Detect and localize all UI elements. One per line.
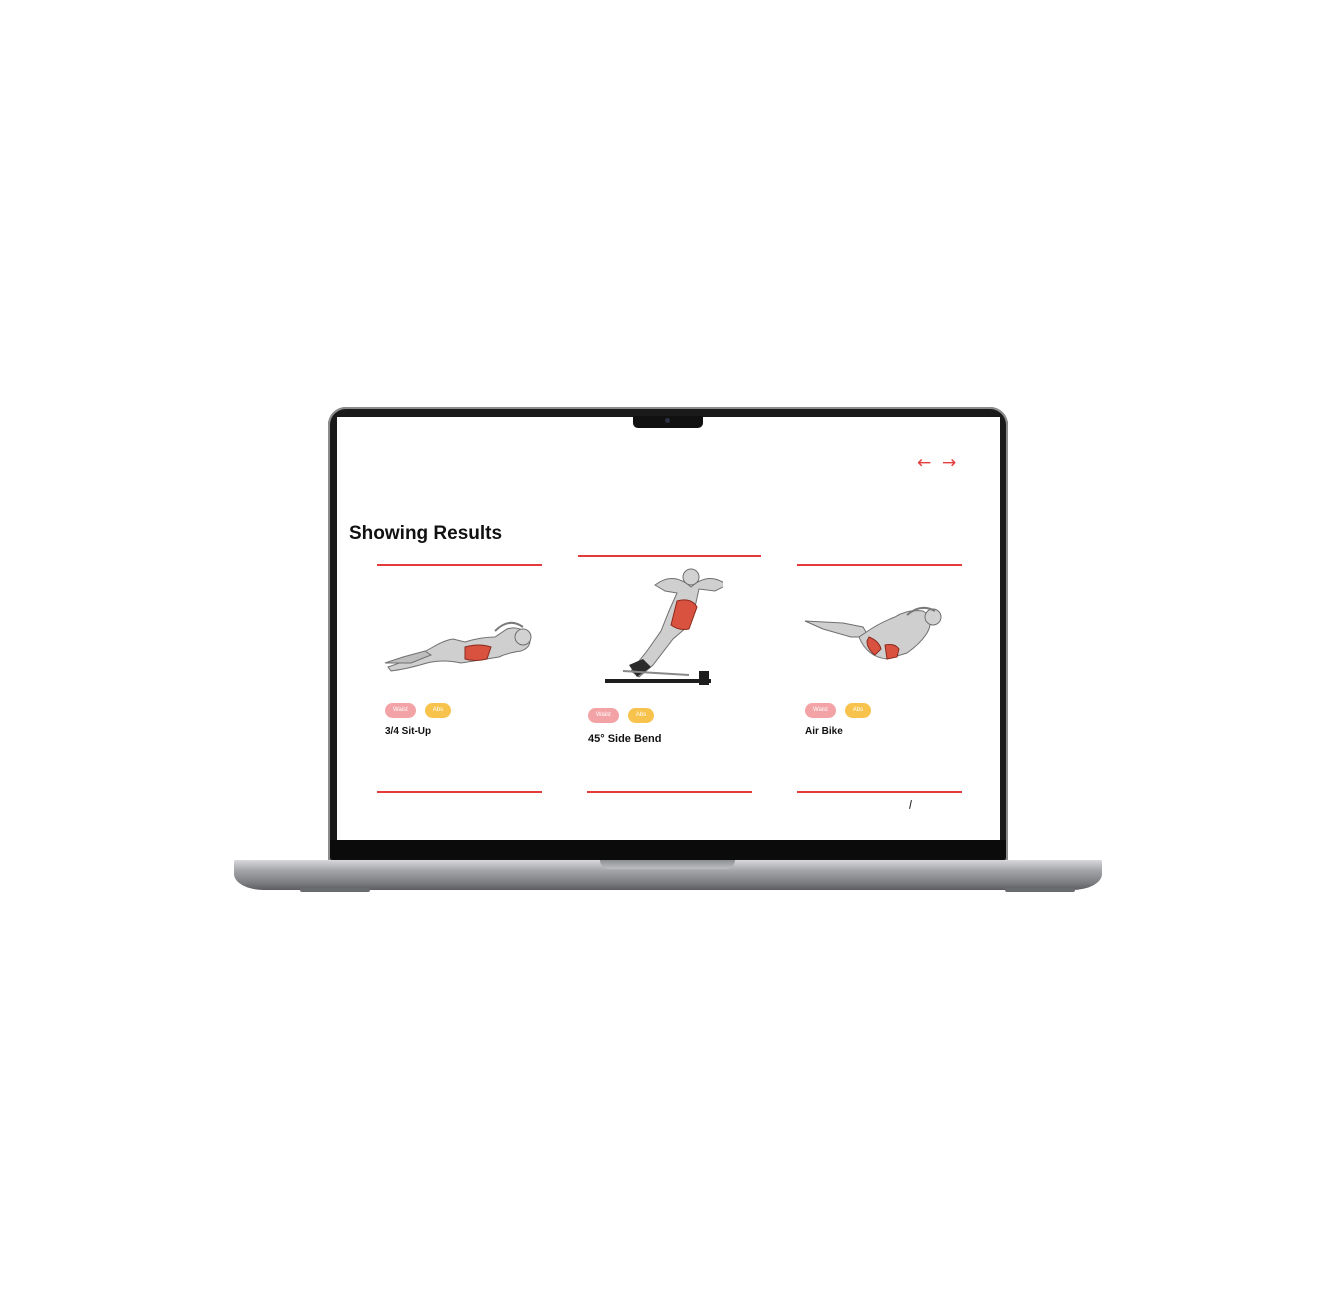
tag-list: Waist Abs	[588, 708, 655, 723]
tag-waist[interactable]: Waist	[385, 703, 416, 718]
camera-icon	[665, 418, 670, 423]
card-divider	[377, 564, 542, 566]
card-title[interactable]: 45° Side Bend	[588, 733, 661, 745]
laptop-foot	[1005, 888, 1075, 892]
screen: ← → Showing Results Waist Abs 3/4 Sit-Up	[337, 417, 1000, 840]
card-divider	[797, 791, 962, 793]
laptop-foot	[300, 888, 370, 892]
sit-up-illustration	[384, 621, 532, 672]
card-title[interactable]: Air Bike	[805, 726, 843, 737]
prev-arrow-icon[interactable]: ←	[917, 453, 931, 473]
laptop-chin	[330, 840, 1006, 860]
card-divider	[797, 564, 962, 566]
tag-abs[interactable]: Abs	[844, 703, 872, 718]
tag-abs[interactable]: Abs	[627, 708, 655, 723]
page-title: Showing Results	[349, 523, 503, 544]
laptop-groove	[600, 860, 735, 869]
tag-abs[interactable]: Abs	[424, 703, 452, 718]
tag-waist[interactable]: Waist	[588, 708, 619, 723]
cursor-mark	[909, 799, 912, 810]
air-bike-illustration	[804, 606, 942, 660]
card-title[interactable]: 3/4 Sit-Up	[385, 726, 431, 737]
card-divider	[578, 555, 761, 557]
tag-waist[interactable]: Waist	[805, 703, 836, 718]
tag-list: Waist Abs	[385, 703, 452, 718]
next-arrow-icon[interactable]: →	[942, 453, 956, 473]
tag-list: Waist Abs	[805, 703, 872, 718]
side-bend-illustration	[605, 568, 723, 685]
card-divider	[377, 791, 542, 793]
card-divider	[587, 791, 752, 793]
